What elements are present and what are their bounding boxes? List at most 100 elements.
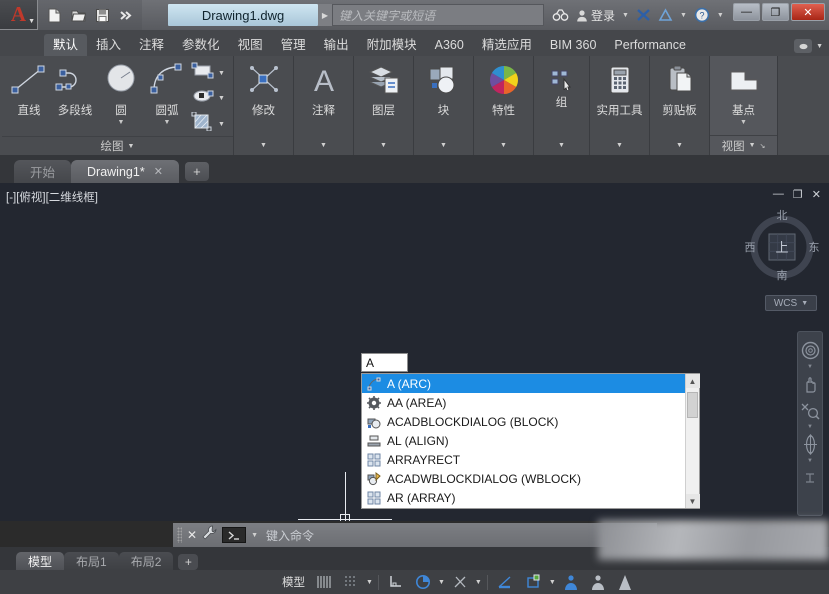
autocomplete-item-block[interactable]: ACADBLOCKDIALOG (BLOCK) [362, 412, 685, 431]
autocomplete-item-area[interactable]: AA (AREA) [362, 393, 685, 412]
layout-tab-layout2[interactable]: 布局2 [119, 552, 174, 570]
layout-tab-layout1[interactable]: 布局1 [64, 552, 119, 570]
title-dropdown-icon[interactable]: ▶ [318, 4, 332, 26]
scroll-down-icon[interactable]: ▼ [686, 494, 700, 508]
transparency-toggle[interactable] [613, 572, 637, 592]
grid-display-toggle[interactable] [312, 572, 336, 592]
wrench-icon[interactable] [202, 525, 217, 545]
autocomplete-item-align[interactable]: AL (ALIGN) [362, 431, 685, 450]
ribbon-tab-parametric[interactable]: 参数化 [173, 34, 229, 56]
orbit-icon[interactable] [798, 432, 822, 456]
steering-wheel-dropdown-icon[interactable]: ▼ [807, 364, 813, 370]
viewport-minimize-icon[interactable]: — [773, 188, 784, 201]
autocomplete-item-arrayrect[interactable]: ARRAYRECT [362, 450, 685, 469]
exchange-icon[interactable] [636, 8, 651, 22]
viewport-close-icon[interactable]: ✕ [812, 188, 821, 201]
block-button[interactable]: 块 [422, 60, 466, 118]
viewport-label[interactable]: [-][俯视][二维线框] [6, 189, 98, 205]
help-icon[interactable]: ? [694, 7, 710, 23]
snap-mode-toggle[interactable] [339, 572, 363, 592]
group-panel-expand[interactable]: ▼ [534, 135, 589, 155]
ribbon-minimize-chevron-icon[interactable]: ▼ [816, 43, 823, 50]
properties-panel-expand[interactable]: ▼ [474, 135, 533, 155]
annotation-button[interactable]: A 注释 [302, 60, 346, 118]
group-button[interactable]: 组 [540, 66, 584, 110]
basepoint-button[interactable]: 基点 ▼ [716, 60, 772, 126]
autocomplete-item-wblock[interactable]: ACADWBLOCKDIALOG (WBLOCK) [362, 469, 685, 488]
autocomplete-item-array[interactable]: AR (ARRAY) [362, 488, 685, 507]
utilities-panel-expand[interactable]: ▼ [590, 135, 649, 155]
ribbon-tab-manage[interactable]: 管理 [272, 34, 315, 56]
autocomplete-scrollbar[interactable]: ▲ ▼ [685, 374, 699, 508]
view-cube[interactable]: 上 北 南 西 东 [743, 205, 821, 287]
dynamic-command-input[interactable]: A [361, 353, 408, 372]
clipboard-button[interactable]: 剪贴板 [655, 60, 704, 118]
new-file-icon[interactable] [44, 5, 64, 25]
chevron-down-icon[interactable]: ▼ [558, 142, 565, 149]
autodesk-chevron-icon[interactable]: ▼ [680, 12, 687, 19]
help-chevron-icon[interactable]: ▼ [717, 12, 724, 19]
view-panel-expand-icon[interactable]: ▼ [749, 142, 756, 149]
ellipse-button[interactable]: ▼ [191, 87, 225, 109]
ribbon-tab-home[interactable]: 默认 [44, 34, 87, 56]
ribbon-tab-output[interactable]: 输出 [315, 34, 358, 56]
rectangle-button[interactable]: ▼ [191, 62, 225, 84]
zoom-dropdown-icon[interactable]: ▼ [807, 424, 813, 430]
file-tab-start[interactable]: 开始 [14, 160, 71, 183]
circle-dropdown-icon[interactable]: ▼ [118, 119, 125, 126]
arc-button[interactable]: 圆弧 ▼ [145, 60, 189, 126]
polar-dropdown-chevron-icon[interactable]: ▼ [438, 579, 445, 586]
object-snap-toggle[interactable] [521, 572, 546, 592]
scroll-up-icon[interactable]: ▲ [686, 374, 700, 388]
circle-button[interactable]: 圆 ▼ [99, 60, 143, 126]
polar-tracking-toggle[interactable] [411, 572, 435, 592]
layers-button[interactable]: 图层 [362, 60, 406, 118]
osnap-track-dropdown-chevron-icon[interactable]: ▼ [475, 579, 482, 586]
ribbon-tab-annotate[interactable]: 注释 [130, 34, 173, 56]
ribbon-tab-performance[interactable]: Performance [605, 34, 695, 56]
status-model-label[interactable]: 模型 [278, 572, 309, 592]
maximize-button[interactable]: ❐ [762, 3, 789, 21]
new-tab-button[interactable]: + [185, 162, 209, 181]
pan-icon[interactable] [798, 372, 822, 396]
chevron-down-icon[interactable]: ▼ [28, 18, 35, 25]
new-layout-button[interactable]: + [178, 554, 198, 570]
utilities-button[interactable]: 实用工具 [595, 60, 644, 118]
search-input[interactable]: 键入关键字或短语 [332, 4, 544, 26]
autodesk-icon[interactable] [658, 8, 673, 22]
line-button[interactable]: 直线 [7, 60, 51, 118]
chevron-down-icon[interactable]: ▼ [676, 142, 683, 149]
ribbon-minimize-icon[interactable] [794, 39, 812, 53]
application-menu-button[interactable]: A ▼ [0, 0, 38, 30]
annotation-panel-expand[interactable]: ▼ [294, 135, 353, 155]
chevron-down-icon[interactable]: ▼ [320, 142, 327, 149]
hatch-dropdown-icon[interactable]: ▼ [218, 121, 225, 128]
lineweight-toggle[interactable] [493, 572, 518, 592]
chevron-down-icon[interactable]: ▼ [440, 142, 447, 149]
hatch-button[interactable]: ▼ [191, 112, 225, 136]
draw-panel-title[interactable]: 绘图 ▼ [2, 136, 233, 155]
ribbon-tab-featured-apps[interactable]: 精选应用 [473, 34, 541, 56]
sign-in-button[interactable]: 登录 [576, 7, 615, 24]
chevron-down-icon[interactable]: ▼ [801, 300, 808, 307]
command-line-close-icon[interactable]: ✕ [187, 528, 197, 542]
minimize-button[interactable]: — [733, 3, 760, 21]
chevron-down-icon[interactable]: ▼ [380, 142, 387, 149]
block-panel-expand[interactable]: ▼ [414, 135, 473, 155]
orbit-dropdown-icon[interactable]: ▼ [807, 458, 813, 464]
object-snap-dropdown-chevron-icon[interactable]: ▼ [549, 579, 556, 586]
steering-wheel-icon[interactable] [798, 338, 822, 362]
ribbon-tab-view[interactable]: 视图 [229, 34, 272, 56]
sign-in-chevron-icon[interactable]: ▼ [622, 12, 629, 19]
chevron-down-icon[interactable]: ▼ [500, 142, 507, 149]
open-file-icon[interactable] [68, 5, 88, 25]
view-panel-title[interactable]: 视图 ▼ ↘ [710, 135, 777, 155]
ribbon-tab-insert[interactable]: 插入 [87, 34, 130, 56]
command-prompt-icon[interactable] [222, 527, 246, 543]
layout-tab-model[interactable]: 模型 [16, 552, 64, 570]
autocomplete-dropdown[interactable]: A (ARC) AA (AREA) ACADBLOCKDIALOG (BLOCK… [361, 373, 700, 509]
basepoint-dropdown-icon[interactable]: ▼ [740, 119, 747, 126]
zoom-extents-icon[interactable] [798, 398, 822, 422]
qat-more-icon[interactable] [116, 5, 136, 25]
layers-panel-expand[interactable]: ▼ [354, 135, 413, 155]
